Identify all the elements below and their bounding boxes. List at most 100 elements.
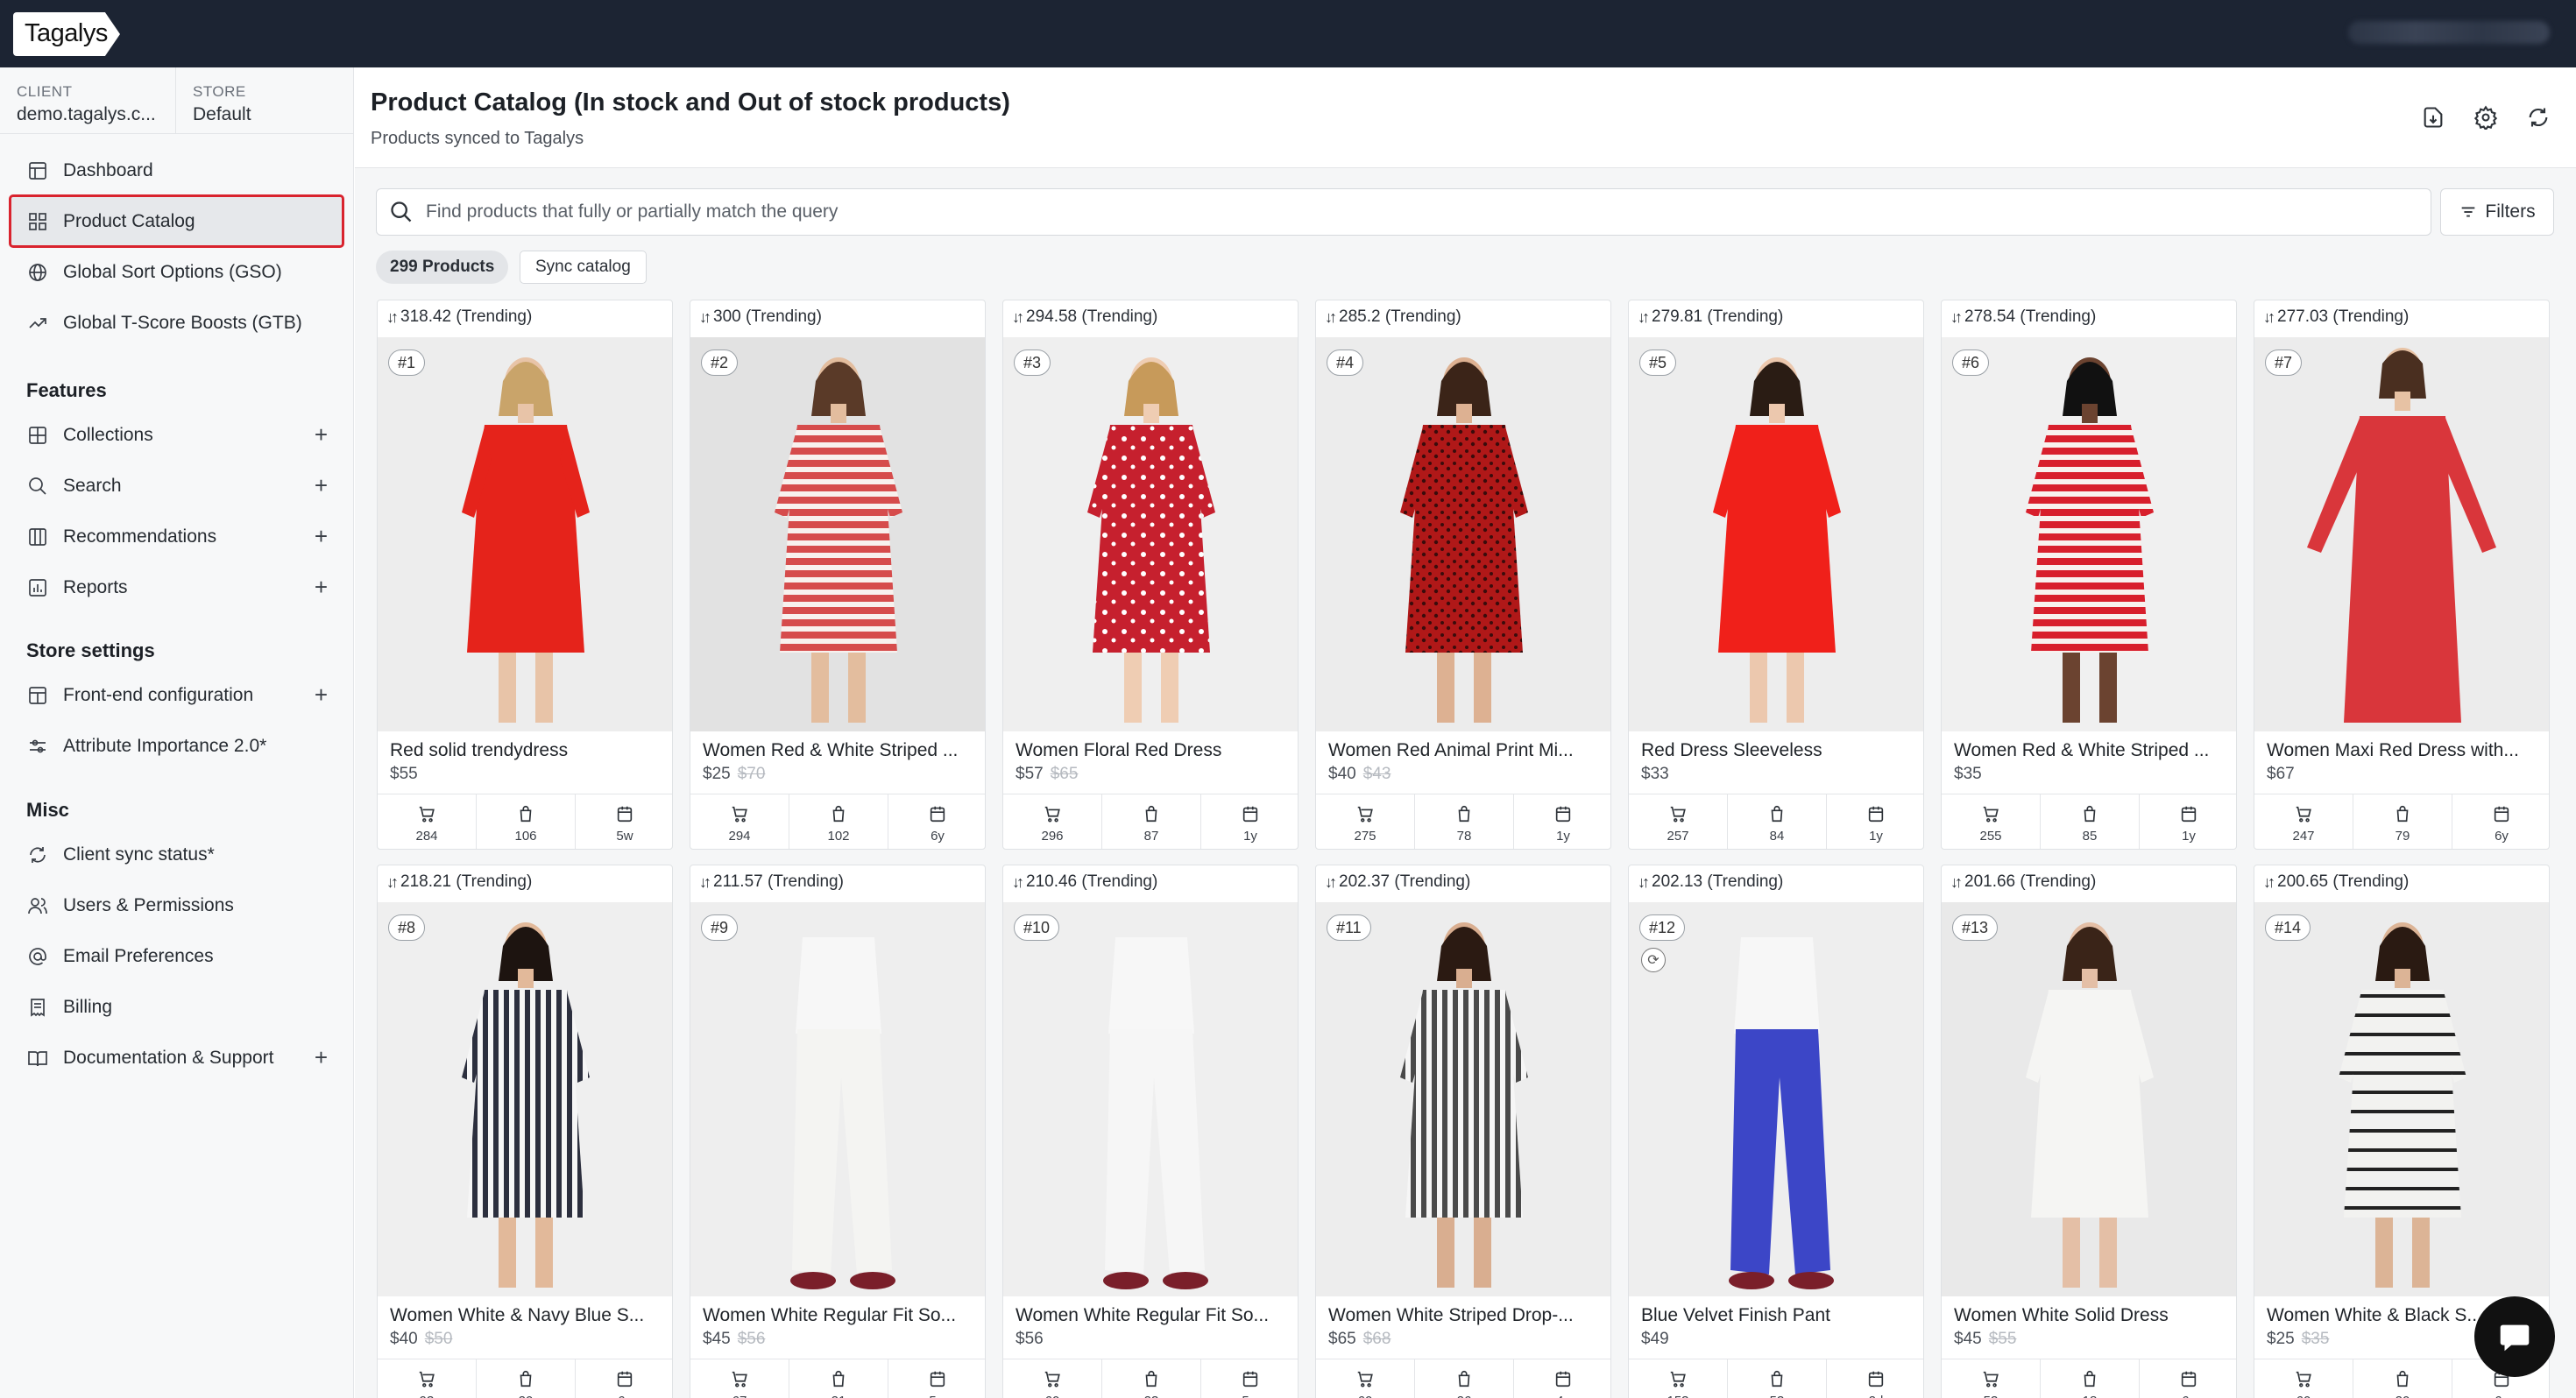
product-image[interactable]: [1942, 337, 2237, 731]
product-image[interactable]: [378, 902, 673, 1296]
stat-cell: 2d: [1827, 1359, 1923, 1398]
product-name[interactable]: Women Red & White Striped ...: [1954, 740, 2227, 761]
download-icon[interactable]: [2420, 104, 2446, 131]
refresh-icon[interactable]: [2525, 104, 2551, 131]
sidebar-item-users-permissions[interactable]: Users & Permissions: [11, 881, 342, 929]
filters-button[interactable]: Filters: [2440, 188, 2554, 236]
product-name[interactable]: Women White Regular Fit So...: [703, 1305, 976, 1326]
product-image-area[interactable]: #1: [378, 337, 673, 731]
product-card[interactable]: ↓↑ 211.57 (Trending) #9 Women White Regu…: [690, 865, 986, 1398]
product-image[interactable]: [1629, 902, 1924, 1296]
product-card[interactable]: ↓↑ 201.66 (Trending) #13 Women White Sol…: [1941, 865, 2237, 1398]
original-price: $55: [1988, 1330, 2017, 1348]
sidebar-item-gtb[interactable]: Global T-Score Boosts (GTB): [11, 299, 342, 347]
product-image[interactable]: [2254, 337, 2550, 731]
stat-value: 87: [1143, 828, 1159, 844]
product-name[interactable]: Women White Solid Dress: [1954, 1305, 2227, 1326]
product-card[interactable]: ↓↑ 278.54 (Trending) #6 Women Red & Whit…: [1941, 300, 2237, 850]
product-card[interactable]: ↓↑ 202.13 (Trending) #12 ⟳ Blue Velvet F…: [1628, 865, 1924, 1398]
product-name[interactable]: Women Red & White Striped ...: [703, 740, 976, 761]
product-name[interactable]: Red Dress Sleeveless: [1641, 740, 1914, 761]
search-icon: [26, 475, 49, 498]
product-name[interactable]: Women White Regular Fit So...: [1016, 1305, 1289, 1326]
client-selector[interactable]: CLIENT demo.tagalys.c...: [17, 83, 174, 125]
tagalys-logo[interactable]: Tagalys: [13, 12, 120, 56]
product-card[interactable]: ↓↑ 218.21 (Trending) #8 Women White & Na…: [377, 865, 673, 1398]
sidebar-item-frontend-config[interactable]: Front-end configuration +: [11, 671, 342, 719]
product-card[interactable]: ↓↑ 294.58 (Trending) #3 Women Floral Red: [1002, 300, 1299, 850]
product-card[interactable]: ↓↑ 279.81 (Trending) #5 Red Dress Sleeve…: [1628, 300, 1924, 850]
sidebar-item-reports[interactable]: Reports +: [11, 563, 342, 611]
product-image[interactable]: [690, 902, 986, 1296]
trending-score: ↓↑ 200.65 (Trending): [2263, 872, 2409, 892]
sidebar-item-dashboard[interactable]: Dashboard: [11, 146, 342, 194]
product-card[interactable]: ↓↑ 318.42 (Trending) #1 Red solid trendy…: [377, 300, 673, 850]
product-name[interactable]: Women Red Animal Print Mi...: [1328, 740, 1602, 761]
product-name[interactable]: Women White & Navy Blue S...: [390, 1305, 663, 1326]
plus-icon[interactable]: +: [315, 574, 328, 601]
product-image-area[interactable]: #14: [2254, 902, 2550, 1296]
plus-icon[interactable]: +: [315, 1044, 328, 1071]
sidebar-item-collections[interactable]: Collections +: [11, 411, 342, 459]
product-name[interactable]: Women Maxi Red Dress with...: [2267, 740, 2540, 761]
sidebar-item-client-sync-status[interactable]: Client sync status*: [11, 830, 342, 879]
product-image[interactable]: [378, 337, 673, 731]
client-store-switcher[interactable]: CLIENT demo.tagalys.c... STORE Default: [0, 67, 354, 134]
sync-catalog-button[interactable]: Sync catalog: [520, 251, 647, 284]
product-image-area[interactable]: #10: [1003, 902, 1299, 1296]
gear-icon[interactable]: [2473, 104, 2499, 131]
product-image[interactable]: [2254, 902, 2550, 1296]
sidebar-item-attribute-importance[interactable]: Attribute Importance 2.0*: [11, 722, 342, 770]
sidebar-item-documentation[interactable]: Documentation & Support +: [11, 1034, 342, 1082]
product-image-area[interactable]: #6: [1942, 337, 2237, 731]
product-image-area[interactable]: #3: [1003, 337, 1299, 731]
product-name[interactable]: Red solid trendydress: [390, 740, 663, 761]
product-name[interactable]: Blue Velvet Finish Pant: [1641, 1305, 1914, 1326]
product-image-area[interactable]: #2: [690, 337, 986, 731]
sidebar-item-product-catalog[interactable]: Product Catalog: [9, 194, 344, 248]
stat-cell: 20: [477, 1359, 576, 1398]
rank-badge: #3: [1014, 350, 1051, 376]
product-image[interactable]: [1629, 337, 1924, 731]
product-name[interactable]: Women White Striped Drop-...: [1328, 1305, 1602, 1326]
product-image[interactable]: [1003, 902, 1299, 1296]
product-card[interactable]: ↓↑ 285.2 (Trending) #4 Women Red Animal …: [1315, 300, 1611, 850]
sidebar-item-search[interactable]: Search +: [11, 462, 342, 510]
product-image-area[interactable]: #11: [1316, 902, 1611, 1296]
plus-icon[interactable]: +: [315, 523, 328, 550]
product-image[interactable]: [1316, 902, 1611, 1296]
stat-value: 296: [1041, 828, 1064, 844]
product-card[interactable]: ↓↑ 300 (Trending) #2 Women Red & White S…: [690, 300, 986, 850]
sort-icon: ↓↑: [1012, 307, 1024, 326]
search-input[interactable]: [426, 201, 2353, 222]
product-image-area[interactable]: #4: [1316, 337, 1611, 731]
product-stats: 247 79 6y: [2254, 794, 2549, 849]
product-image-area[interactable]: #9: [690, 902, 986, 1296]
product-image-area[interactable]: #13: [1942, 902, 2237, 1296]
sidebar-item-gso[interactable]: Global Sort Options (GSO): [11, 248, 342, 296]
product-image-area[interactable]: #12 ⟳: [1629, 902, 1924, 1296]
sidebar-item-email-preferences[interactable]: Email Preferences: [11, 932, 342, 980]
product-image[interactable]: [1942, 902, 2237, 1296]
stat-value: 255: [1979, 828, 2002, 844]
chat-widget-button[interactable]: [2474, 1296, 2555, 1377]
product-card[interactable]: ↓↑ 210.46 (Trending) #10 Women White Reg…: [1002, 865, 1299, 1398]
sidebar-item-label: Collections: [63, 424, 153, 445]
user-menu[interactable]: [2348, 21, 2550, 44]
product-image[interactable]: [1003, 337, 1299, 731]
product-card[interactable]: ↓↑ 202.37 (Trending) #11 Women White Str…: [1315, 865, 1611, 1398]
product-image-area[interactable]: #8: [378, 902, 673, 1296]
sidebar-item-billing[interactable]: Billing: [11, 983, 342, 1031]
plus-icon[interactable]: +: [315, 681, 328, 709]
store-selector[interactable]: STORE Default: [193, 83, 251, 125]
product-image-area[interactable]: #7: [2254, 337, 2550, 731]
product-image[interactable]: [690, 337, 986, 731]
product-name[interactable]: Women Floral Red Dress: [1016, 740, 1289, 761]
sidebar-item-recommendations[interactable]: Recommendations +: [11, 512, 342, 561]
product-image-area[interactable]: #5: [1629, 337, 1924, 731]
plus-icon[interactable]: +: [315, 421, 328, 448]
product-image[interactable]: [1316, 337, 1611, 731]
product-card[interactable]: ↓↑ 277.03 (Trending) #7 Women Maxi Red D…: [2254, 300, 2550, 850]
plus-icon[interactable]: +: [315, 472, 328, 499]
cart-icon: [417, 1369, 436, 1392]
